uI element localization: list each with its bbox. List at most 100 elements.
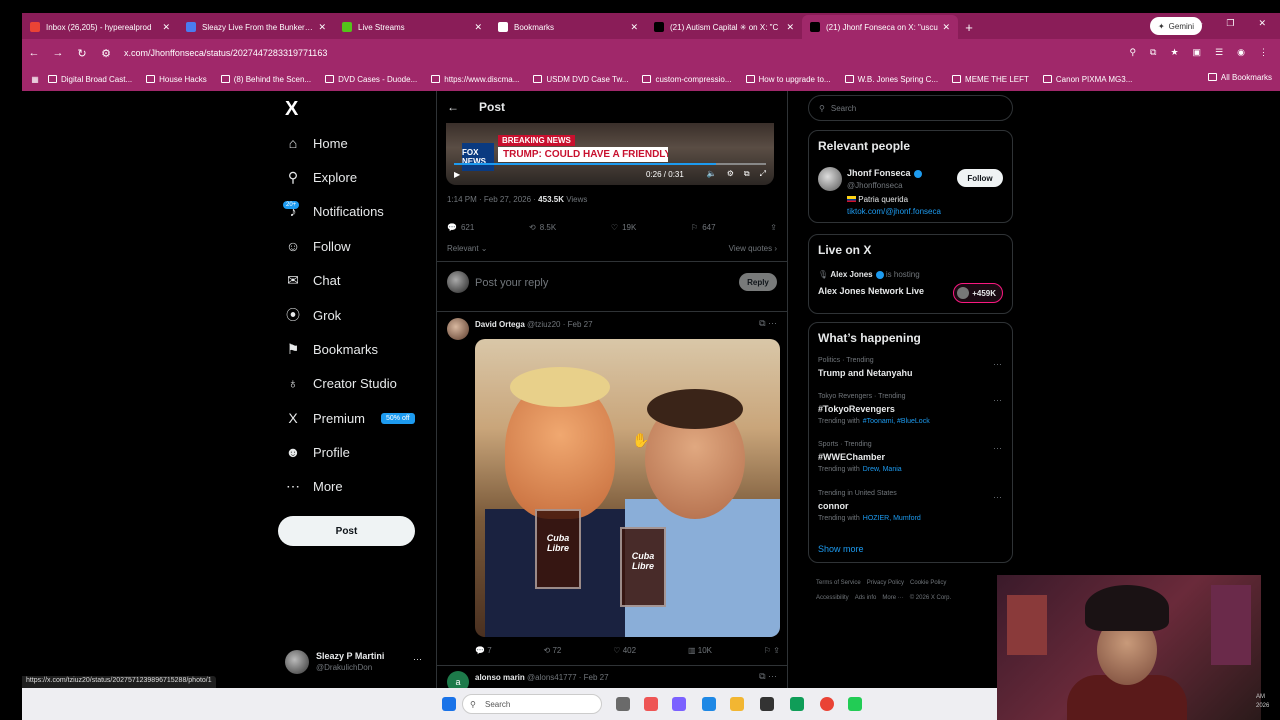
footer-link[interactable]: More ···: [882, 595, 903, 601]
more-icon[interactable]: ···: [993, 492, 1002, 502]
browser-tab[interactable]: (21) Jhonf Fonseca on X: "uscu ✕: [802, 15, 958, 39]
minimize-icon[interactable]: —: [1193, 18, 1202, 29]
pip-icon[interactable]: ⧉: [744, 169, 750, 179]
star-icon[interactable]: ★: [1170, 47, 1178, 58]
trend-item[interactable]: Trending in United States connor Trending …: [809, 490, 1012, 530]
browser-tab[interactable]: Sleazy Live From the Bunker 2/2 ✕: [178, 15, 334, 39]
footer-link[interactable]: Ads info: [855, 595, 877, 601]
bio-link[interactable]: tiktok.com/@jhonf.fonseca: [847, 207, 941, 216]
browser-tab[interactable]: Inbox (26,205) - hyperealprod ✕: [22, 15, 178, 39]
url-field[interactable]: x.com/Jhonffonseca/status/20274472833197…: [124, 48, 327, 58]
post-button[interactable]: Post: [278, 516, 415, 546]
volume-icon[interactable]: 🔈: [707, 169, 717, 179]
live-show-title[interactable]: Alex Jones Network Live: [818, 286, 924, 296]
app-icon[interactable]: [848, 697, 862, 711]
trend-tags[interactable]: #Toonami, #BlueLock: [863, 418, 930, 425]
bookmark-item[interactable]: W.B. Jones Spring C...: [844, 75, 938, 84]
tab-close-icon[interactable]: ✕: [474, 22, 482, 33]
reply-action[interactable]: 💬 7: [475, 646, 492, 655]
nav-item-bookmarks[interactable]: ⚑ Bookmarks: [285, 341, 378, 357]
bookmark-share-icons[interactable]: ⚐ ⇪: [764, 646, 780, 655]
bookmark-item[interactable]: USDM DVD Case Tw...: [533, 75, 628, 84]
footer-link[interactable]: Terms of Service: [816, 580, 861, 586]
chrome-icon[interactable]: [820, 697, 834, 711]
bookmark-item[interactable]: (8) Behind the Scen...: [220, 75, 311, 84]
zoom-icon[interactable]: ⚲: [1129, 47, 1136, 58]
footer-link[interactable]: Accessibility: [816, 595, 849, 601]
nav-item-follow[interactable]: ☺ Follow: [285, 238, 351, 254]
menu-icon[interactable]: ⋮: [1259, 47, 1268, 58]
account-switcher[interactable]: Sleazy P Martini @DrakulichDon ···: [285, 650, 425, 676]
avatar[interactable]: [818, 167, 842, 191]
reload-icon[interactable]: ↻: [70, 47, 94, 60]
tab-close-icon[interactable]: ✕: [318, 22, 326, 33]
footer-link[interactable]: © 2026 X Corp.: [910, 595, 951, 601]
trend-item[interactable]: Sports · Trending #WWEChamber Trending wit…: [809, 441, 1012, 481]
share-icon[interactable]: ⇪: [770, 223, 777, 232]
fullscreen-icon[interactable]: ⤢: [760, 169, 766, 179]
bookmark-item[interactable]: Digital Broad Cast...: [48, 75, 132, 84]
more-icon[interactable]: ···: [993, 443, 1002, 453]
extensions-icon[interactable]: ☰: [1215, 47, 1223, 58]
more-icon[interactable]: ···: [993, 395, 1002, 405]
search-input[interactable]: ⚲ Search: [808, 95, 1013, 121]
tab-close-icon[interactable]: ✕: [162, 22, 170, 33]
site-info-icon[interactable]: ⚙: [94, 47, 118, 60]
nav-item-premium[interactable]: X Premium 50% off: [285, 410, 415, 426]
bookmark-item[interactable]: House Hacks: [146, 75, 207, 84]
views-action[interactable]: ▥ 10K: [688, 646, 712, 655]
bookmark-action[interactable]: ⚐ 647: [691, 223, 716, 232]
play-icon[interactable]: ▶: [454, 170, 460, 179]
nav-item-grok[interactable]: ⦿ Grok: [285, 307, 341, 323]
edge-icon[interactable]: [702, 697, 716, 711]
repost-action[interactable]: ⟲ 8.5K: [529, 223, 556, 232]
trend-item[interactable]: Tokyo Revengers · Trending #TokyoRevenger…: [809, 393, 1012, 433]
back-icon[interactable]: ←: [22, 47, 46, 59]
person-name[interactable]: Jhonf Fonseca: [847, 168, 922, 178]
file-explorer-icon[interactable]: [730, 697, 744, 711]
browser-tab[interactable]: Live Streams ✕: [334, 15, 490, 39]
copilot-icon[interactable]: [644, 697, 658, 711]
reply-input[interactable]: Post your reply: [475, 277, 548, 289]
live-listeners-pill[interactable]: +459K: [953, 283, 1003, 303]
task-view-icon[interactable]: [616, 697, 630, 711]
follow-button[interactable]: Follow: [957, 169, 1003, 187]
taskbar-search[interactable]: ⚲ Search: [462, 694, 602, 714]
back-arrow-icon[interactable]: ←: [447, 100, 459, 114]
bookmark-item[interactable]: How to upgrade to...: [745, 75, 831, 84]
trend-item[interactable]: Politics · Trending Trump and Netanyahu ··…: [809, 357, 1012, 397]
more-icon[interactable]: ⧉ ···: [759, 318, 777, 329]
cast-icon[interactable]: ⧉: [1150, 47, 1156, 58]
bookmark-item[interactable]: Canon PIXMA MG3...: [1042, 75, 1132, 84]
maximize-icon[interactable]: ❐: [1226, 18, 1234, 29]
reply-action[interactable]: 💬 621: [447, 223, 474, 232]
more-icon[interactable]: ···: [993, 359, 1002, 369]
video-progress-bar[interactable]: [454, 163, 766, 165]
settings-icon[interactable]: ⚙: [727, 169, 734, 179]
nav-item-explore[interactable]: ⚲ Explore: [285, 169, 357, 185]
footer-link[interactable]: Cookie Policy: [910, 580, 946, 586]
trend-tags[interactable]: HOZIER, Mumford: [863, 515, 921, 522]
footer-link[interactable]: Privacy Policy: [867, 580, 904, 586]
show-more-link[interactable]: Show more: [818, 544, 864, 554]
nav-item-notifications[interactable]: ♪ Notifications: [285, 203, 384, 219]
new-tab-icon[interactable]: +: [958, 15, 980, 39]
trend-tags[interactable]: Drew, Mania: [863, 466, 902, 473]
profile-icon[interactable]: ◉: [1237, 47, 1245, 58]
tab-close-icon[interactable]: ✕: [942, 22, 950, 33]
forward-icon[interactable]: →: [46, 47, 70, 59]
tweet-photo[interactable]: Cuba Libre Cuba Libre: [475, 339, 780, 637]
like-action[interactable]: ♡ 402: [613, 646, 636, 655]
sidepanel-icon[interactable]: ▣: [1193, 47, 1202, 58]
browser-tab[interactable]: (21) Autism Capital ✳ on X: "C ✕: [646, 15, 802, 39]
sort-relevant[interactable]: Relevant ⌄: [447, 244, 488, 253]
repost-action[interactable]: ⟲ 72: [544, 646, 562, 655]
view-quotes-link[interactable]: View quotes ›: [729, 244, 777, 253]
tab-close-icon[interactable]: ✕: [630, 22, 638, 33]
nav-item-home[interactable]: ⌂ Home: [285, 135, 348, 151]
all-bookmarks-button[interactable]: All Bookmarks: [1207, 73, 1272, 82]
nav-item-creator-studio[interactable]: ♁ Creator Studio: [285, 375, 397, 391]
like-action[interactable]: ♡ 19K: [611, 223, 636, 232]
nav-item-profile[interactable]: ☻ Profile: [285, 444, 350, 460]
nav-item-chat[interactable]: ✉ Chat: [285, 272, 340, 288]
